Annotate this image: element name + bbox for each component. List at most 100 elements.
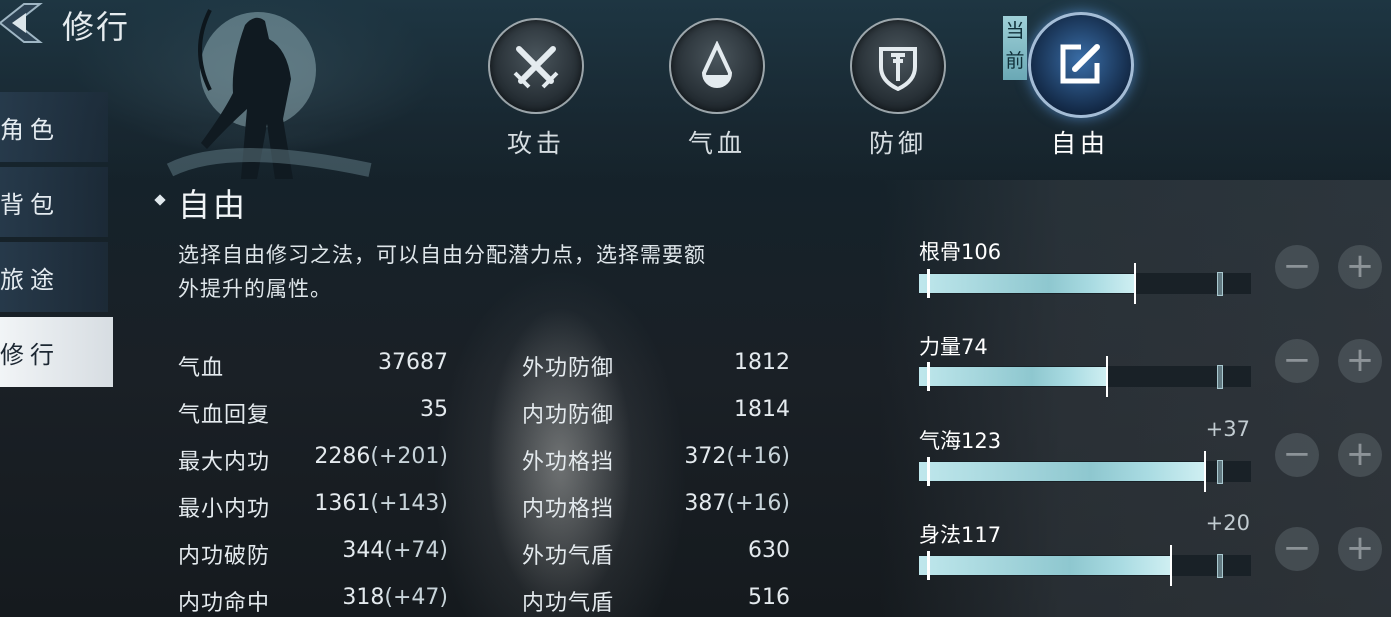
shield-icon — [879, 47, 917, 91]
minus-button[interactable]: − — [1275, 527, 1319, 571]
stat-bonus: (+143) — [370, 491, 448, 516]
minus-button[interactable]: − — [1275, 433, 1319, 477]
stat-label: 最小内功 — [178, 497, 271, 522]
attribute-bar-handle[interactable] — [1106, 356, 1108, 397]
current-tag: 当前 — [1003, 16, 1027, 80]
stat-number: 516 — [748, 585, 790, 610]
plus-button[interactable]: + — [1338, 527, 1382, 571]
stat-label: 内功命中 — [178, 591, 271, 616]
attribute-bar[interactable] — [919, 356, 1251, 397]
crossed-swords-icon — [513, 46, 559, 89]
stat-value: 387(+16) — [684, 491, 790, 516]
plus-button[interactable]: + — [1338, 433, 1382, 477]
attribute-bar-start — [927, 551, 930, 580]
tab-vitality[interactable]: 气血 — [667, 18, 767, 168]
stat-label: 最大内功 — [178, 450, 271, 475]
attribute-label: 身法117 — [919, 523, 1002, 547]
attribute-label: 气海123 — [919, 429, 1002, 453]
stat-value: 2286(+201) — [314, 444, 448, 469]
stat-number: 1814 — [734, 397, 790, 422]
edit-icon — [1060, 44, 1100, 84]
stat-label: 外功格挡 — [522, 450, 615, 475]
attribute-label: 力量74 — [919, 335, 988, 359]
nav-item-journey[interactable]: 旅途 — [0, 242, 108, 312]
attribute-bonus: +37 — [1205, 417, 1250, 441]
attribute-bar-marker — [1217, 272, 1223, 296]
stat-value: 1812 — [734, 350, 790, 375]
nav-item-character[interactable]: 角色 — [0, 92, 108, 162]
stat-value: 1814 — [734, 397, 790, 422]
stat-number: 2286 — [314, 444, 371, 469]
attribute-label: 根骨106 — [919, 240, 1002, 264]
stat-value: 516 — [748, 585, 790, 610]
stat-value: 372(+16) — [684, 444, 790, 469]
attribute-bar-start — [927, 269, 930, 298]
section-description-line: 选择自由修习之法，可以自由分配潜力点，选择需要额 — [178, 243, 706, 267]
tab-circle — [1028, 12, 1134, 118]
attribute-bar-start — [927, 362, 930, 391]
tab-attack[interactable]: 攻击 — [486, 18, 586, 168]
tab-label: 防御 — [868, 129, 927, 158]
attribute-bar-marker — [1217, 554, 1223, 578]
stat-number: 318 — [342, 585, 385, 610]
drop-icon — [701, 41, 733, 88]
tab-circle — [669, 18, 765, 114]
attribute-bar[interactable] — [919, 263, 1251, 304]
stat-label: 内功气盾 — [522, 591, 615, 616]
section-bullet-icon — [154, 194, 166, 206]
back-icon[interactable] — [0, 0, 44, 46]
section-title: 自由 — [178, 186, 249, 224]
stat-label: 气血回复 — [178, 403, 271, 428]
stat-label: 外功气盾 — [522, 544, 615, 569]
plus-button[interactable]: + — [1338, 339, 1382, 383]
stat-label: 内功防御 — [522, 403, 615, 428]
stat-number: 1812 — [734, 350, 790, 375]
stat-number: 344 — [342, 538, 385, 563]
plus-button[interactable]: + — [1338, 245, 1382, 289]
stat-bonus: (+74) — [384, 538, 448, 563]
hero-silhouette-image — [150, 0, 390, 180]
tab-defense[interactable]: 防御 — [848, 18, 948, 168]
stat-value: 344(+74) — [342, 538, 448, 563]
nav-label: 角色 — [0, 115, 60, 144]
attribute-bar-fill — [919, 462, 1205, 481]
tab-free[interactable]: 自由 — [1028, 12, 1134, 168]
attribute-bar-fill — [919, 367, 1107, 386]
tab-label: 攻击 — [506, 129, 565, 158]
nav-label: 旅途 — [0, 265, 60, 294]
attribute-bar-handle[interactable] — [1134, 263, 1136, 304]
attribute-bar-fill — [919, 556, 1171, 575]
nav-item-bag[interactable]: 背包 — [0, 167, 108, 237]
stat-value: 35 — [420, 397, 448, 422]
stat-label: 气血 — [178, 356, 225, 381]
stat-number: 1361 — [314, 491, 371, 516]
section-description-line: 外提升的属性。 — [178, 277, 332, 301]
side-nav: 角色 背包 旅途 修行 — [0, 92, 114, 392]
tab-circle — [488, 18, 584, 114]
attribute-bar-handle[interactable] — [1204, 451, 1206, 492]
stat-label: 内功格挡 — [522, 497, 615, 522]
stat-value: 1361(+143) — [314, 491, 448, 516]
tab-label: 自由 — [1050, 129, 1109, 158]
stat-value: 630 — [748, 538, 790, 563]
stat-bonus: (+201) — [370, 444, 448, 469]
stat-number: 37687 — [378, 350, 448, 375]
attribute-bar-handle[interactable] — [1170, 545, 1172, 586]
attribute-bar-start — [927, 457, 930, 486]
attribute-bar[interactable] — [919, 451, 1251, 492]
stat-bonus: (+47) — [384, 585, 448, 610]
nav-item-cultivation[interactable]: 修行 — [0, 317, 113, 387]
minus-button[interactable]: − — [1275, 339, 1319, 383]
attribute-bar-marker — [1217, 460, 1223, 484]
stat-number: 372 — [684, 444, 727, 469]
attribute-bar[interactable] — [919, 545, 1251, 586]
stat-value: 37687 — [378, 350, 448, 375]
minus-button[interactable]: − — [1275, 245, 1319, 289]
stat-bonus: (+16) — [726, 491, 790, 516]
attribute-bar-marker — [1217, 365, 1223, 389]
attribute-bar-fill — [919, 274, 1135, 293]
tab-circle — [850, 18, 946, 114]
attribute-bonus: +20 — [1205, 511, 1250, 535]
stat-label: 内功破防 — [178, 544, 271, 569]
stat-number: 630 — [748, 538, 790, 563]
